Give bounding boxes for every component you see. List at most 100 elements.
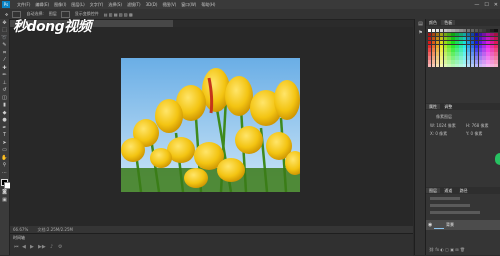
swatch-cell[interactable] (486, 29, 490, 33)
swatch-cell[interactable] (490, 60, 494, 64)
tab-properties[interactable]: 属性 (426, 104, 440, 109)
swatch-cell[interactable] (443, 48, 447, 52)
maximize-button[interactable]: ☐ (484, 2, 488, 8)
lock-options[interactable] (430, 211, 480, 214)
swatch-cell[interactable] (486, 60, 490, 64)
swatch-cell[interactable] (490, 44, 494, 48)
swatch-cell[interactable] (486, 40, 490, 45)
swatch-cell[interactable] (451, 60, 455, 64)
tab-adjustments[interactable]: 调整 (441, 104, 455, 109)
swatch-cell[interactable] (470, 64, 475, 68)
layer-filter-bar[interactable] (430, 197, 460, 200)
color-swatch-icon[interactable] (0, 177, 11, 189)
swatch-cell[interactable] (455, 64, 459, 68)
swatch-cell[interactable] (478, 56, 482, 60)
swatch-cell[interactable] (455, 52, 459, 56)
prev-frame-icon[interactable]: ◀ (22, 244, 26, 250)
swatch-cell[interactable] (478, 36, 482, 41)
swatch-cell[interactable] (428, 40, 432, 45)
swatch-cell[interactable] (435, 29, 440, 33)
swatch-cell[interactable] (459, 44, 463, 48)
swatch-cell[interactable] (459, 48, 463, 52)
swatch-cell[interactable] (466, 32, 471, 37)
swatch-cell[interactable] (478, 40, 482, 45)
swatch-cell[interactable] (451, 32, 455, 37)
swatch-cell[interactable] (474, 32, 479, 37)
tulip-photo-image[interactable] (121, 58, 300, 192)
swatch-cell[interactable] (494, 60, 498, 64)
timeline-tab[interactable]: 时间轴 (10, 234, 28, 242)
swatch-cell[interactable] (451, 40, 455, 45)
swatch-cell[interactable] (474, 56, 479, 60)
swatch-cell[interactable] (474, 36, 479, 41)
swatch-cell[interactable] (443, 44, 447, 48)
swatch-cell[interactable] (435, 52, 440, 56)
eraser-icon[interactable]: ◫ (0, 94, 9, 102)
swatch-cell[interactable] (431, 60, 436, 64)
swatch-cell[interactable] (428, 44, 432, 48)
swatch-cell[interactable] (455, 44, 459, 48)
swatch-cell[interactable] (439, 32, 444, 37)
swatch-cell[interactable] (428, 36, 432, 41)
swatch-cell[interactable] (470, 56, 475, 60)
crop-icon[interactable]: ⌗ (0, 49, 9, 57)
swatch-cell[interactable] (482, 44, 486, 48)
tab-swatches[interactable]: 色板 (441, 20, 456, 25)
path-select-icon[interactable]: ➤ (0, 139, 9, 147)
swatch-cell[interactable] (451, 44, 455, 48)
swatch-cell[interactable] (447, 36, 451, 41)
prop-x[interactable]: X: 0 像素 (430, 131, 447, 137)
swatch-cell[interactable] (463, 64, 467, 68)
swatch-cell[interactable] (443, 32, 447, 37)
swatch-cell[interactable] (447, 48, 451, 52)
swatch-cell[interactable] (463, 29, 467, 33)
swatch-cell[interactable] (474, 44, 479, 48)
swatch-cell[interactable] (439, 60, 444, 64)
swatch-cell[interactable] (466, 44, 471, 48)
swatch-cell[interactable] (474, 60, 479, 64)
swatch-cell[interactable] (447, 64, 451, 68)
swatch-cell[interactable] (459, 40, 463, 45)
swatch-cell[interactable] (482, 29, 486, 33)
swatch-cell[interactable] (486, 56, 490, 60)
swatch-cell[interactable] (447, 44, 451, 48)
swatch-cell[interactable] (478, 64, 482, 68)
swatch-cell[interactable] (451, 64, 455, 68)
swatch-cell[interactable] (463, 44, 467, 48)
swatch-cell[interactable] (482, 48, 486, 52)
swatch-cell[interactable] (474, 29, 479, 33)
swatch-cell[interactable] (490, 32, 494, 37)
swatch-cell[interactable] (439, 36, 444, 41)
swatch-cell[interactable] (494, 32, 498, 37)
swatch-cell[interactable] (455, 32, 459, 37)
swatch-cell[interactable] (443, 36, 447, 41)
swatch-cell[interactable] (494, 48, 498, 52)
swatch-cell[interactable] (451, 48, 455, 52)
swatch-cell[interactable] (431, 44, 436, 48)
swatch-cell[interactable] (443, 64, 447, 68)
swatch-cell[interactable] (435, 64, 440, 68)
tab-layers[interactable]: 图层 (426, 188, 440, 193)
swatch-cell[interactable] (494, 56, 498, 60)
swatch-cell[interactable] (447, 56, 451, 60)
gradient-icon[interactable]: ▮ (0, 102, 9, 110)
swatch-cell[interactable] (451, 52, 455, 56)
swatch-cell[interactable] (431, 40, 436, 45)
blend-mode-select[interactable] (430, 204, 470, 207)
prop-y[interactable]: Y: 0 像素 (466, 131, 482, 137)
swatch-cell[interactable] (466, 40, 471, 45)
swatch-cell[interactable] (455, 60, 459, 64)
healing-brush-icon[interactable]: ✚ (0, 64, 9, 72)
swatch-cell[interactable] (435, 48, 440, 52)
swatch-cell[interactable] (470, 36, 475, 41)
swatch-cell[interactable] (494, 29, 498, 33)
menu-layer[interactable]: 图层(L) (71, 0, 84, 9)
dodge-icon[interactable]: ● (0, 117, 9, 125)
swatch-cell[interactable] (459, 60, 463, 64)
swatch-cell[interactable] (494, 44, 498, 48)
swatch-cell[interactable] (490, 64, 494, 68)
swatch-cell[interactable] (439, 40, 444, 45)
quick-mask-icon[interactable]: ◙ (0, 189, 9, 197)
swatch-cell[interactable] (463, 32, 467, 37)
close-button[interactable]: ✕ (494, 2, 498, 8)
